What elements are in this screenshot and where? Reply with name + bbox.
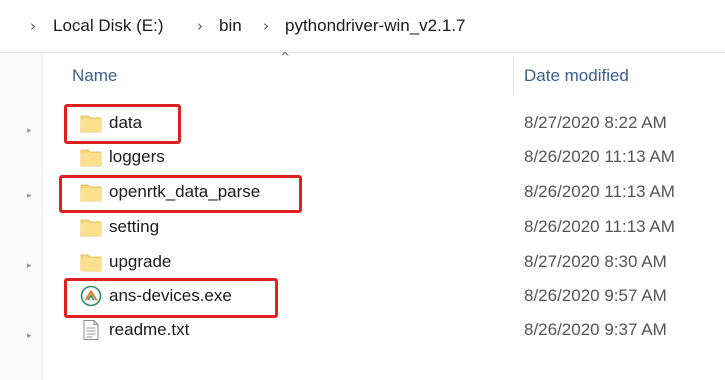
folder-icon — [80, 216, 102, 238]
file-name[interactable]: setting — [109, 217, 159, 237]
column-header-date-modified[interactable]: Date modified — [524, 66, 629, 86]
file-date-modified: 8/26/2020 9:37 AM — [524, 320, 667, 339]
file-date-modified: 8/26/2020 11:13 AM — [524, 147, 675, 166]
file-row[interactable]: readme.txt 8/26/2020 9:37 AM — [0, 314, 725, 348]
breadcrumb-current-folder[interactable]: pythondriver-win_v2.1.7 — [285, 13, 465, 39]
chevron-right-icon[interactable]: › — [263, 13, 269, 39]
column-divider[interactable] — [513, 56, 514, 96]
chevron-right-icon[interactable]: › — [197, 13, 203, 39]
chevron-right-icon[interactable]: › — [30, 13, 36, 39]
file-name[interactable]: readme.txt — [109, 320, 189, 340]
file-name[interactable]: upgrade — [109, 252, 171, 272]
folder-icon — [80, 146, 102, 168]
file-date-modified: 8/26/2020 11:13 AM — [524, 217, 675, 236]
file-name[interactable]: loggers — [109, 147, 165, 167]
highlight-box — [59, 175, 302, 213]
highlight-box — [64, 104, 181, 144]
breadcrumb-bin[interactable]: bin — [219, 13, 242, 39]
sort-ascending-icon: ^ — [280, 50, 291, 64]
column-header-name[interactable]: Name — [72, 66, 117, 86]
address-bar[interactable]: › Local Disk (E:) › bin › pythondriver-w… — [0, 0, 725, 53]
file-date-modified: 8/27/2020 8:22 AM — [524, 113, 667, 132]
breadcrumb-local-disk[interactable]: Local Disk (E:) — [53, 13, 164, 39]
file-row[interactable]: upgrade 8/27/2020 8:30 AM — [0, 246, 725, 280]
file-date-modified: 8/26/2020 9:57 AM — [524, 286, 667, 305]
text-file-icon — [80, 319, 102, 341]
file-date-modified: 8/27/2020 8:30 AM — [524, 252, 667, 271]
file-row[interactable]: loggers 8/26/2020 11:13 AM — [0, 141, 725, 175]
file-date-modified: 8/26/2020 11:13 AM — [524, 182, 675, 201]
file-row[interactable]: setting 8/26/2020 11:13 AM — [0, 211, 725, 245]
folder-icon — [80, 251, 102, 273]
highlight-box — [64, 278, 278, 318]
